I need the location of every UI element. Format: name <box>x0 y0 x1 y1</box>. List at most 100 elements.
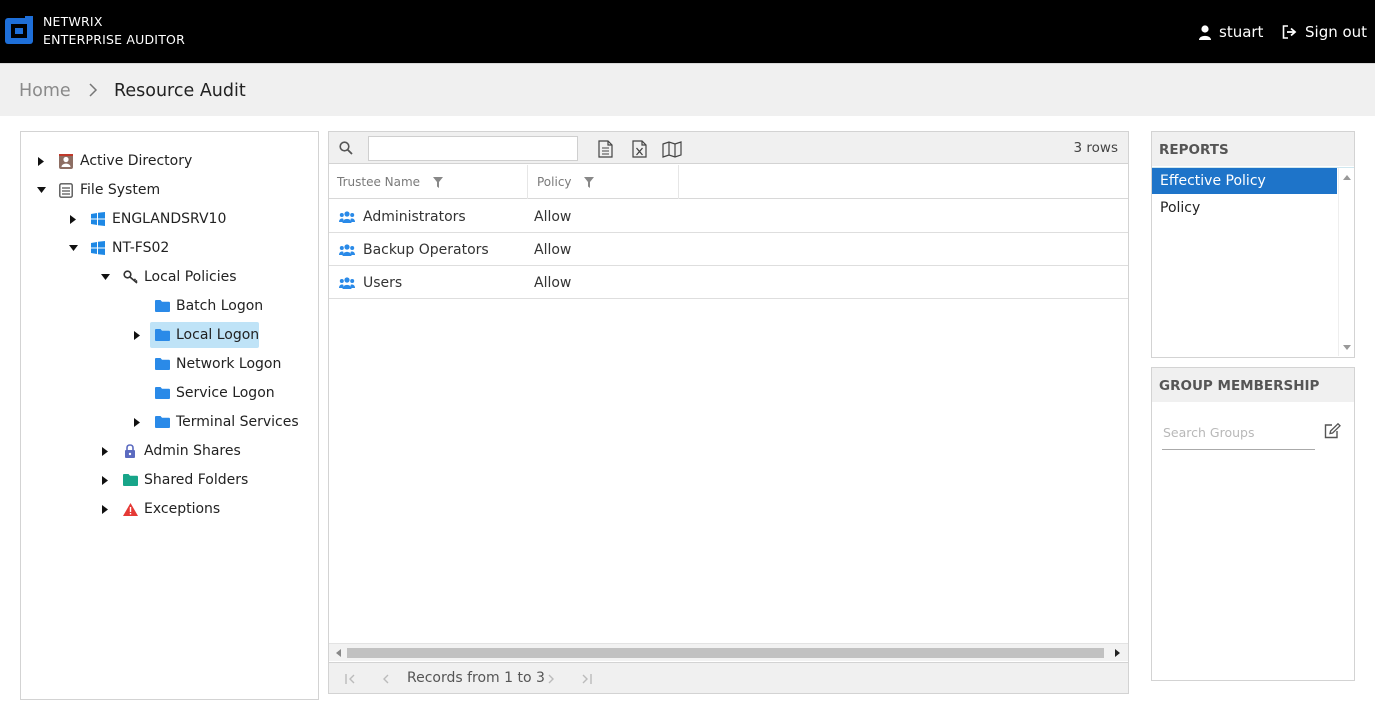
tree-item-label[interactable]: Admin Shares <box>141 441 244 461</box>
export-excel-icon[interactable] <box>629 139 649 159</box>
report-item-effective-policy[interactable]: Effective Policy <box>1152 168 1337 194</box>
file-system-icon <box>58 182 74 198</box>
tree-item-label[interactable]: Terminal Services <box>173 412 302 432</box>
trustee-cell: Backup Operators <box>339 233 489 266</box>
reports-panel: REPORTS Effective Policy Policy <box>1151 131 1355 358</box>
tree-item-label[interactable]: Shared Folders <box>141 470 251 490</box>
tree-item-shared-folders[interactable]: Shared Folders <box>21 467 318 493</box>
horizontal-scrollbar[interactable] <box>329 643 1128 661</box>
tree-item-label[interactable]: Active Directory <box>77 151 195 171</box>
grid-toolbar: 3 rows <box>329 132 1128 164</box>
top-header: NETWRIX ENTERPRISE AUDITOR stuart Sign o… <box>0 0 1375 63</box>
column-header-label: Policy <box>537 175 572 189</box>
tree-item-label[interactable]: Network Logon <box>173 354 284 374</box>
group-icon <box>339 210 355 223</box>
breadcrumb: Home Resource Audit <box>0 63 1375 116</box>
user-menu[interactable]: stuart <box>1199 21 1263 43</box>
tree-item-exceptions[interactable]: Exceptions <box>21 496 318 522</box>
column-header-policy[interactable]: Policy <box>537 165 594 199</box>
previous-page-icon[interactable] <box>378 671 394 687</box>
tree-item-local-policies[interactable]: Local Policies <box>21 264 318 290</box>
tree-item-label[interactable]: Service Logon <box>173 383 278 403</box>
policy-cell: Allow <box>534 274 572 291</box>
tree-item-network-logon[interactable]: Network Logon <box>21 351 318 377</box>
scroll-left-icon[interactable] <box>332 647 344 659</box>
caret-right-icon[interactable] <box>100 504 110 514</box>
tree-item-active-directory[interactable]: Active Directory <box>21 148 318 174</box>
tree-item-service-logon[interactable]: Service Logon <box>21 380 318 406</box>
table-row[interactable]: Users Allow <box>329 266 1128 299</box>
trustee-name: Backup Operators <box>363 241 489 258</box>
caret-right-icon[interactable] <box>36 156 46 166</box>
search-icon <box>339 141 353 155</box>
report-item-policy[interactable]: Policy <box>1152 195 1337 221</box>
caret-right-icon[interactable] <box>132 417 142 427</box>
caret-down-icon[interactable] <box>100 272 110 282</box>
tree-item-batch-logon[interactable]: Batch Logon <box>21 293 318 319</box>
caret-down-icon[interactable] <box>36 185 46 195</box>
vertical-scrollbar[interactable] <box>1338 168 1354 356</box>
brand-line-1: NETWRIX <box>43 14 103 29</box>
folder-icon <box>154 298 170 314</box>
pager: Records from 1 to 3 <box>329 662 1128 693</box>
tree-item-label[interactable]: Local Logon <box>173 325 262 345</box>
tree-item-label[interactable]: Batch Logon <box>173 296 266 316</box>
trustee-name: Users <box>363 274 403 291</box>
caret-right-icon[interactable] <box>100 475 110 485</box>
tree-item-label[interactable]: File System <box>77 180 163 200</box>
resource-tree: Active Directory File System ENGLANDSRV1… <box>20 131 319 700</box>
scroll-down-icon[interactable] <box>1342 342 1352 352</box>
folder-icon <box>154 327 170 343</box>
grid-search-input[interactable] <box>368 136 578 161</box>
next-page-icon[interactable] <box>543 671 559 687</box>
lock-icon <box>122 443 138 459</box>
tree-item-admin-shares[interactable]: Admin Shares <box>21 438 318 464</box>
tree-item-label[interactable]: Local Policies <box>141 267 240 287</box>
column-divider[interactable] <box>527 165 528 199</box>
policy-cell: Allow <box>534 208 572 225</box>
rows-count: 3 rows <box>1073 140 1118 156</box>
column-divider[interactable] <box>678 165 679 199</box>
sign-out-icon <box>1282 25 1297 39</box>
map-icon[interactable] <box>662 139 682 159</box>
active-directory-icon <box>58 153 74 169</box>
tree-item-local-logon[interactable]: Local Logon <box>21 322 318 348</box>
tree-item-label[interactable]: Exceptions <box>141 499 223 519</box>
windows-icon <box>90 240 106 256</box>
sign-out-button[interactable]: Sign out <box>1282 21 1367 43</box>
caret-right-icon[interactable] <box>68 214 78 224</box>
tree-item-file-system[interactable]: File System <box>21 177 318 203</box>
tree-item-terminal-services[interactable]: Terminal Services <box>21 409 318 435</box>
tree-item-label[interactable]: ENGLANDSRV10 <box>109 209 229 229</box>
table-row[interactable]: Administrators Allow <box>329 200 1128 233</box>
tree-item-englandsrv10[interactable]: ENGLANDSRV10 <box>21 206 318 232</box>
reports-title: REPORTS <box>1152 132 1354 166</box>
trustee-cell: Users <box>339 266 402 299</box>
grid-header: Trustee Name Policy <box>329 165 1128 199</box>
scrollbar-thumb[interactable] <box>347 648 1104 658</box>
scroll-up-icon[interactable] <box>1342 172 1352 182</box>
pager-status: Records from 1 to 3 <box>407 670 545 686</box>
filter-icon[interactable] <box>583 176 594 188</box>
caret-right-icon[interactable] <box>132 330 142 340</box>
filter-icon[interactable] <box>433 176 444 188</box>
tree-item-label[interactable]: NT-FS02 <box>109 238 172 258</box>
brand-line-2: ENTERPRISE AUDITOR <box>43 32 185 47</box>
first-page-icon[interactable] <box>343 671 359 687</box>
search-groups-input[interactable] <box>1162 416 1315 450</box>
trustee-name: Administrators <box>363 208 466 225</box>
export-document-icon[interactable] <box>595 139 615 159</box>
scroll-right-icon[interactable] <box>1111 647 1123 659</box>
breadcrumb-home-link[interactable]: Home <box>19 81 71 101</box>
column-header-label: Trustee Name <box>337 175 421 189</box>
tree-item-nt-fs02[interactable]: NT-FS02 <box>21 235 318 261</box>
table-row[interactable]: Backup Operators Allow <box>329 233 1128 266</box>
caret-down-icon[interactable] <box>68 243 78 253</box>
edit-icon[interactable] <box>1323 422 1341 440</box>
caret-right-icon[interactable] <box>100 446 110 456</box>
user-name: stuart <box>1219 23 1264 41</box>
group-icon <box>339 243 355 256</box>
chevron-right-icon <box>89 83 98 97</box>
column-header-trustee-name[interactable]: Trustee Name <box>337 165 444 199</box>
last-page-icon[interactable] <box>578 671 594 687</box>
